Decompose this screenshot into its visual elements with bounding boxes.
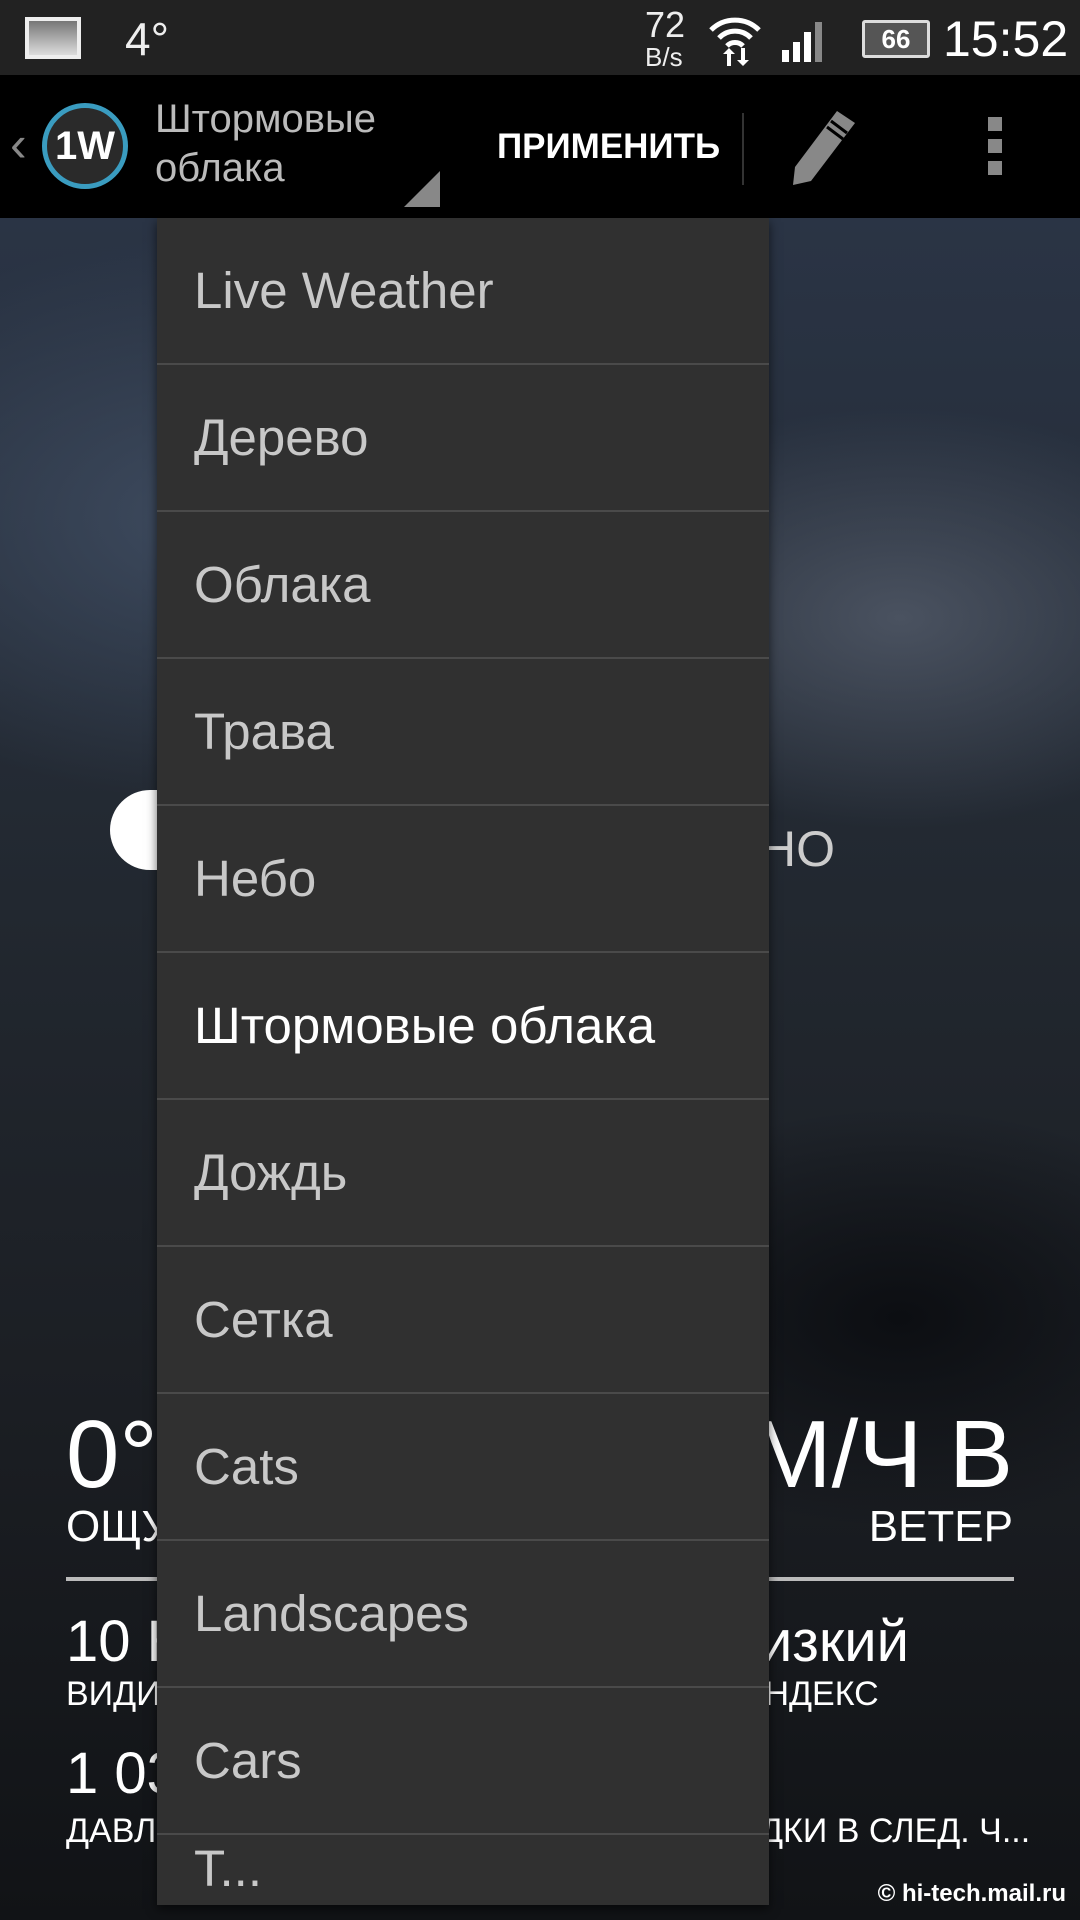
pressure-label: ДАВЛ	[66, 1812, 157, 1850]
net-speed-value: 72	[645, 4, 686, 45]
visibility-label: ВИДИ	[66, 1675, 161, 1713]
wind-label: ВЕТЕР	[868, 1502, 1013, 1551]
overflow-menu-icon[interactable]	[988, 117, 1002, 177]
status-bar: 4° 72 B/s 66 15:52	[0, 0, 1080, 75]
apply-button[interactable]: ПРИМЕНИТЬ	[497, 127, 720, 167]
menu-item-tree[interactable]: Дерево	[157, 365, 769, 512]
theme-spinner[interactable]: Штормовые облака	[155, 97, 440, 207]
battery-icon: 66	[862, 20, 930, 58]
feels-like-value: 0°	[66, 1401, 158, 1508]
back-chevron-icon[interactable]: ‹	[10, 115, 27, 173]
menu-item-landscapes[interactable]: Landscapes	[157, 1541, 769, 1688]
feels-like-label: ОЩУ	[66, 1502, 170, 1551]
gallery-notification-icon	[25, 17, 81, 59]
condition-text: НО	[760, 821, 835, 877]
menu-item-cats[interactable]: Cats	[157, 1394, 769, 1541]
precip-label: ДКИ В СЛЕД. Ч...	[760, 1812, 1031, 1850]
menu-item-grass[interactable]: Трава	[157, 659, 769, 806]
menu-item-clouds[interactable]: Облака	[157, 512, 769, 659]
signal-icon	[782, 18, 838, 62]
menu-item-grid[interactable]: Сетка	[157, 1247, 769, 1394]
app-logo[interactable]: 1W	[42, 103, 128, 189]
theme-dropdown-menu[interactable]: Live Weather Дерево Облака Трава Небо Шт…	[157, 218, 769, 1905]
watermark: © hi-tech.mail.ru	[877, 1880, 1066, 1907]
spinner-triangle-icon	[404, 171, 440, 207]
menu-item-storm-clouds[interactable]: Штормовые облака	[157, 953, 769, 1100]
net-speed-unit: B/s	[645, 42, 683, 72]
menu-item-partial[interactable]: T...	[157, 1835, 769, 1899]
wifi-icon	[705, 8, 765, 68]
menu-item-rain[interactable]: Дождь	[157, 1100, 769, 1247]
status-temperature: 4°	[125, 13, 169, 65]
edit-pencil-icon[interactable]	[785, 105, 865, 185]
battery-level: 66	[881, 24, 911, 54]
menu-item-cars[interactable]: Cars	[157, 1688, 769, 1835]
menu-item-sky[interactable]: Небо	[157, 806, 769, 953]
action-bar: ‹ 1W Штормовые облака ПРИМЕНИТЬ	[0, 75, 1080, 218]
status-time: 15:52	[943, 11, 1069, 67]
spinner-title-line1: Штормовые	[155, 97, 377, 141]
menu-item-live-weather[interactable]: Live Weather	[157, 218, 769, 365]
divider	[742, 113, 744, 185]
spinner-title-line2: облака	[155, 146, 285, 190]
wind-value: М/Ч В	[751, 1401, 1013, 1508]
